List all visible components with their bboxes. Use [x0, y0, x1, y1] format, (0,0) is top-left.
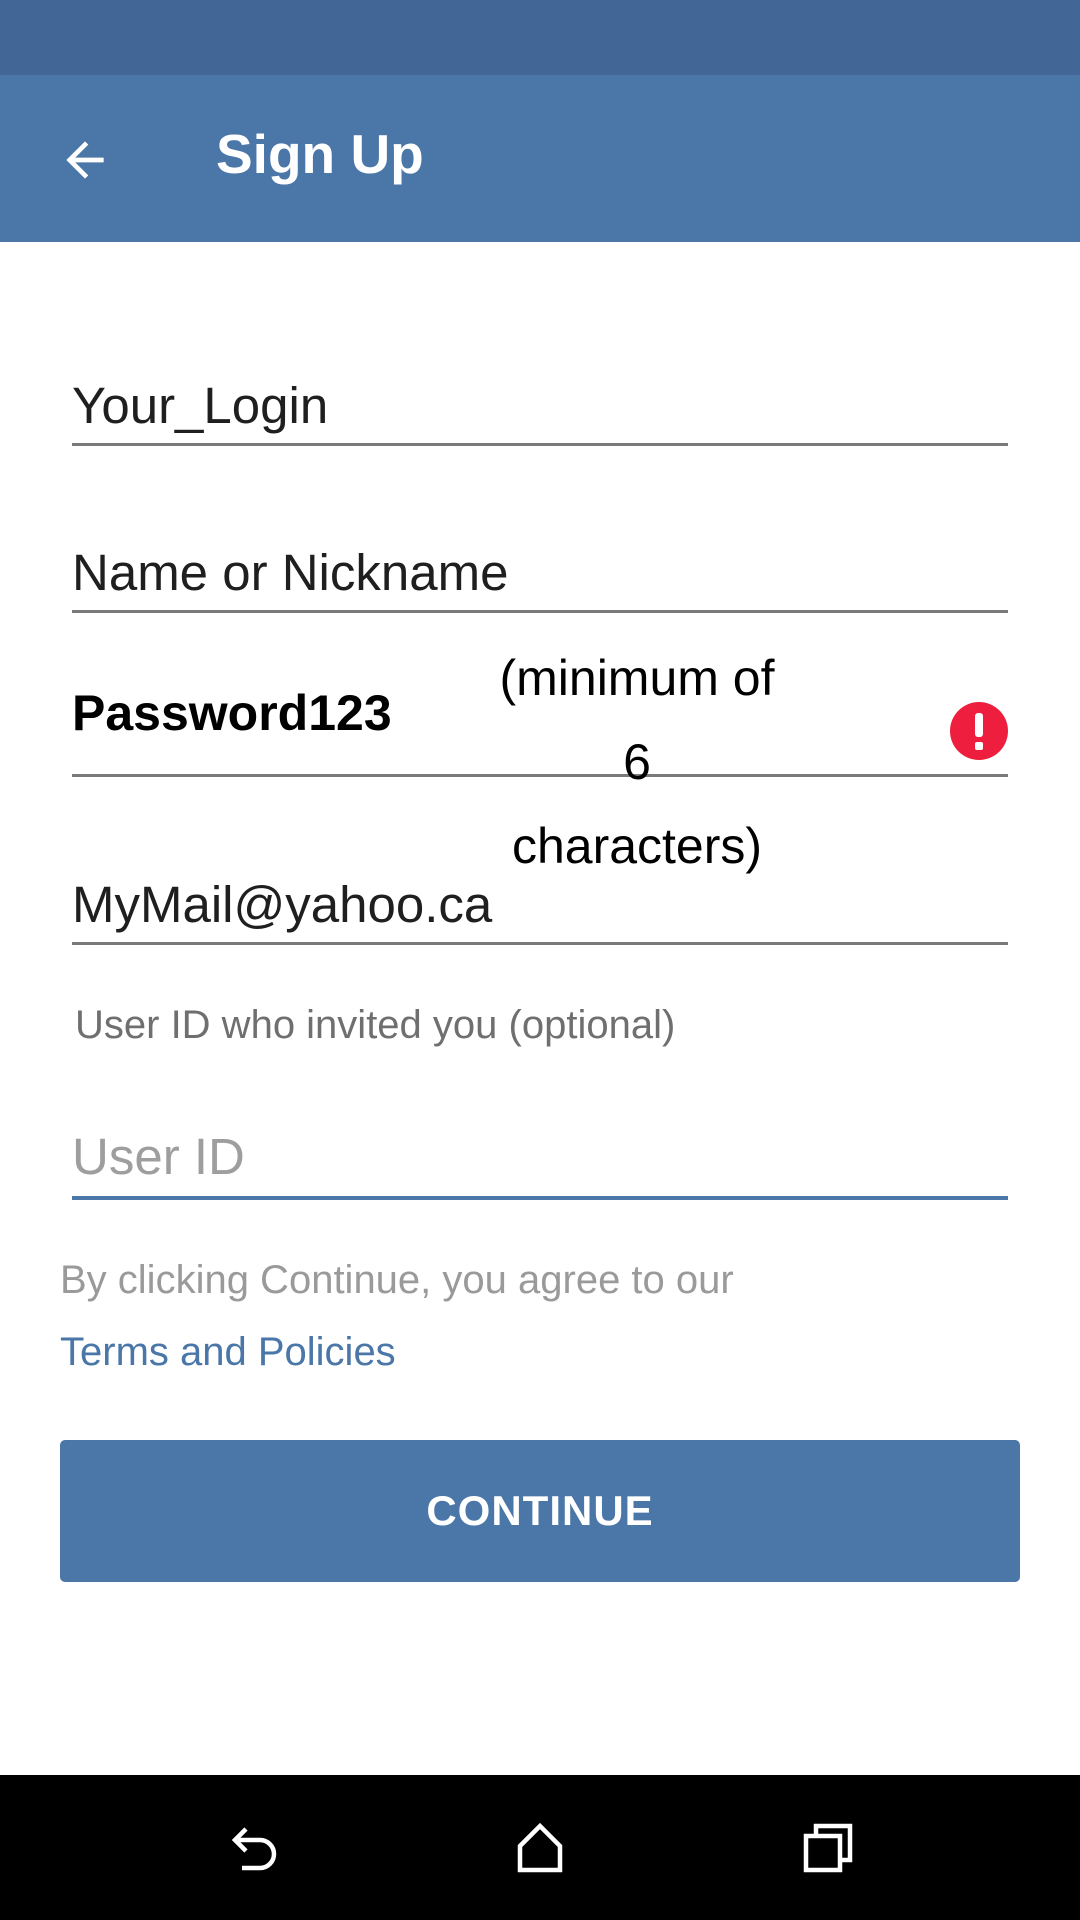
- error-exclamation-icon[interactable]: [950, 702, 1008, 760]
- status-bar: [0, 0, 1080, 75]
- nav-home-button[interactable]: [495, 1803, 585, 1893]
- invite-label: User ID who invited you (optional): [75, 1003, 676, 1047]
- home-icon: [517, 1822, 563, 1873]
- page-title: Sign Up: [216, 123, 424, 185]
- name-input-value: Name or Nickname: [72, 544, 509, 601]
- nav-recents-button[interactable]: [783, 1803, 873, 1893]
- password-field[interactable]: Password123 (minimum of 6 characters): [72, 610, 1008, 874]
- arrow-left-icon: [66, 141, 104, 179]
- continue-button[interactable]: CONTINUE: [60, 1440, 1020, 1582]
- password-input-value: Password123: [72, 685, 392, 741]
- email-field[interactable]: MyMail@yahoo.ca: [72, 850, 1008, 945]
- nav-back-button[interactable]: [207, 1803, 297, 1893]
- user-id-field[interactable]: User ID: [72, 1100, 1008, 1200]
- terms-text: By clicking Continue, you agree to our: [60, 1258, 734, 1302]
- login-input-value: Your_Login: [72, 377, 329, 434]
- recents-icon: [803, 1823, 853, 1873]
- app-bar: Sign Up: [0, 75, 1080, 242]
- email-input-value: MyMail@yahoo.ca: [72, 876, 493, 933]
- navigation-bar: [0, 1775, 1080, 1920]
- login-field[interactable]: Your_Login: [72, 355, 1008, 446]
- user-id-placeholder: User ID: [72, 1128, 245, 1185]
- back-button[interactable]: [40, 115, 130, 205]
- name-field[interactable]: Name or Nickname: [72, 520, 1008, 613]
- back-nav-icon: [231, 1827, 277, 1871]
- terms-link[interactable]: Terms and Policies: [60, 1332, 396, 1372]
- password-hint-line1: (minimum of: [499, 650, 775, 706]
